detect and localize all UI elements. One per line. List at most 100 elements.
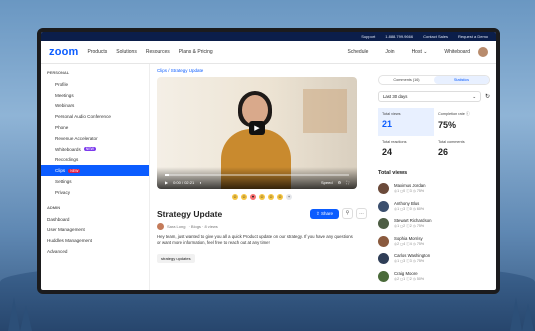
host-menu[interactable]: Host ⌄: [412, 49, 428, 55]
stats-cards: Total views 21 Completion rate ⓘ 75% Total…: [378, 108, 490, 164]
more-icon[interactable]: …: [356, 208, 367, 219]
sidebar-item-privacy[interactable]: Privacy: [41, 187, 149, 198]
stat-total-reactions: Total reactions 24: [378, 136, 434, 164]
sidebar-admin-header: ADMIN: [47, 204, 61, 210]
heart-reaction-icon[interactable]: ♥: [250, 194, 256, 200]
sidebar-item-label: Meetings: [55, 92, 74, 98]
fullscreen-icon[interactable]: ⛶: [346, 180, 349, 185]
video-progress-fill: [165, 174, 169, 176]
video-progress-track[interactable]: [165, 174, 349, 176]
sidebar-item-whiteboards[interactable]: Whiteboards NEW: [41, 144, 149, 155]
chevron-down-icon: ⌄: [472, 94, 476, 99]
sidebar: PERSONAL Profile Meetings Webinars Perso…: [41, 64, 150, 290]
contact-sales-link[interactable]: Contact Sales: [423, 34, 448, 39]
video-controls: ▶ 0:00 / 02:21 ◖ Speed ⚙ ⛶: [165, 180, 349, 185]
panel-tabs: Comments (16) Statistics: [378, 75, 490, 85]
stat-value: 26: [438, 147, 449, 157]
request-demo-link[interactable]: Request a Demo: [458, 34, 488, 39]
viewer-name: Sophia Morrisy: [394, 235, 423, 241]
sidebar-item-user-management[interactable]: User Management: [41, 225, 149, 236]
viewer-stats: ◎2 ◻1 ⓘ2 ◷ 50%: [394, 276, 425, 281]
add-reaction-icon[interactable]: +: [286, 194, 292, 200]
sidebar-item-label: Phone: [55, 125, 69, 131]
viewer-row: Maximus Jordan ◎1 ◻0 ⓘ3 ◷ 75%: [378, 180, 490, 198]
viewer-name: Craig Moore: [394, 270, 418, 276]
sidebar-item-recordings[interactable]: Recordings: [41, 155, 149, 166]
stat-value: 75%: [438, 120, 457, 130]
tab-statistics[interactable]: Statistics: [434, 76, 489, 84]
new-badge: NEW: [83, 147, 96, 152]
sidebar-item-settings[interactable]: Settings: [41, 176, 149, 187]
volume-icon[interactable]: ◖: [199, 180, 201, 185]
viewer-stats: ◎2 ◻4 ⓘ4 ◷ 75%: [394, 241, 425, 246]
play-icon[interactable]: ▶: [249, 121, 265, 135]
breadcrumb[interactable]: Clips / Strategy Update: [157, 68, 367, 73]
link-icon[interactable]: ⚲: [342, 208, 353, 219]
share-button[interactable]: ⇪ Share: [309, 208, 339, 219]
sidebar-item-label: Personal Audio Conference: [55, 114, 111, 120]
user-avatar[interactable]: [478, 47, 488, 57]
sidebar-item-huddles-management[interactable]: Huddles Management: [41, 235, 149, 246]
reaction-icon[interactable]: ☺: [232, 194, 238, 200]
sidebar-item-audio-conference[interactable]: Personal Audio Conference: [41, 111, 149, 122]
stat-label: Total reactions: [382, 140, 407, 144]
sidebar-item-webinars[interactable]: Webinars: [41, 101, 149, 112]
support-link[interactable]: Support: [361, 34, 375, 39]
settings-icon[interactable]: ⚙: [338, 180, 342, 185]
reaction-icon[interactable]: ☺: [277, 194, 283, 200]
video-player[interactable]: ▶ ▶ 0:00 / 02:21 ◖ Speed ⚙ ⛶: [157, 77, 357, 189]
sidebar-item-revenue-accelerator[interactable]: Revenue Accelerator: [41, 133, 149, 144]
clip-meta-text: · Blogs · 8 views: [188, 224, 218, 229]
video-time: 0:00 / 02:21: [173, 180, 195, 185]
refresh-icon[interactable]: ↻: [485, 93, 490, 100]
viewer-name: Carlos Washington: [394, 253, 431, 259]
background-tree: [20, 305, 32, 331]
reaction-icon[interactable]: ☺: [259, 194, 265, 200]
new-badge: NEW: [68, 168, 81, 173]
reaction-icon[interactable]: ☺: [268, 194, 274, 200]
stat-value: 21: [382, 119, 393, 129]
stat-total-views: Total views 21: [378, 108, 434, 136]
sidebar-item-meetings[interactable]: Meetings: [41, 90, 149, 101]
clip-meta: Sara Long · Blogs · 8 views: [157, 223, 367, 230]
nav-products[interactable]: Products: [88, 49, 108, 55]
play-small-icon[interactable]: ▶: [165, 180, 168, 185]
viewer-row: Stewart Richardson ◎1 ◻2 ⓘ2 ◷ 75%: [378, 215, 490, 233]
whiteboard-button[interactable]: Whiteboard: [444, 49, 470, 55]
viewer-avatar: [378, 200, 389, 212]
nav-resources[interactable]: Resources: [146, 49, 170, 55]
sidebar-item-label: Clips: [55, 168, 66, 174]
background-shelf: [303, 89, 347, 133]
viewer-name: Maximus Jordan: [394, 183, 426, 189]
nav-right: Schedule Join Host ⌄ Whiteboard: [339, 47, 496, 57]
sidebar-item-label: Settings: [55, 179, 72, 185]
author-name[interactable]: Sara Long: [167, 224, 185, 229]
sidebar-item-dashboard[interactable]: Dashboard: [41, 214, 149, 225]
nav-solutions[interactable]: Solutions: [116, 49, 137, 55]
clip-title-row: Strategy Update ⇪ Share ⚲ …: [157, 208, 367, 219]
reaction-icon[interactable]: ☺: [241, 194, 247, 200]
sidebar-item-phone[interactable]: Phone: [41, 122, 149, 133]
stat-label: Total comments: [438, 140, 465, 144]
viewer-avatar: [378, 235, 389, 247]
viewer-row: Sophia Morrisy ◎2 ◻4 ⓘ4 ◷ 75%: [378, 233, 490, 251]
tab-comments[interactable]: Comments (16): [379, 76, 434, 84]
sidebar-item-label: Whiteboards: [55, 146, 81, 152]
tag-chip[interactable]: strategy updates: [157, 254, 195, 263]
schedule-button[interactable]: Schedule: [348, 49, 369, 55]
background-tree: [522, 303, 534, 331]
viewer-row: Carlos Washington ◎1 ◻3 ⓘ3 ◷ 75%: [378, 250, 490, 268]
join-button[interactable]: Join: [385, 49, 394, 55]
viewer-stats: ◎1 ◻2 ⓘ2 ◷ 75%: [394, 224, 425, 229]
date-range-select[interactable]: Last 30 days ⌄: [378, 91, 481, 102]
sidebar-item-clips[interactable]: Clips NEW: [41, 165, 149, 177]
sidebar-item-label: Profile: [55, 81, 69, 87]
sidebar-item-label: Huddles Management: [47, 238, 92, 244]
sidebar-item-label: User Management: [47, 227, 85, 233]
nav-plans-pricing[interactable]: Plans & Pricing: [179, 49, 213, 55]
speed-button[interactable]: Speed: [321, 180, 333, 185]
sidebar-item-advanced[interactable]: Advanced: [41, 246, 149, 257]
reaction-bar: ☺ ☺ ♥ ☺ ☺ ☺ +: [157, 194, 367, 200]
zoom-logo[interactable]: zoom: [49, 46, 79, 58]
sidebar-item-profile[interactable]: Profile: [41, 79, 149, 90]
